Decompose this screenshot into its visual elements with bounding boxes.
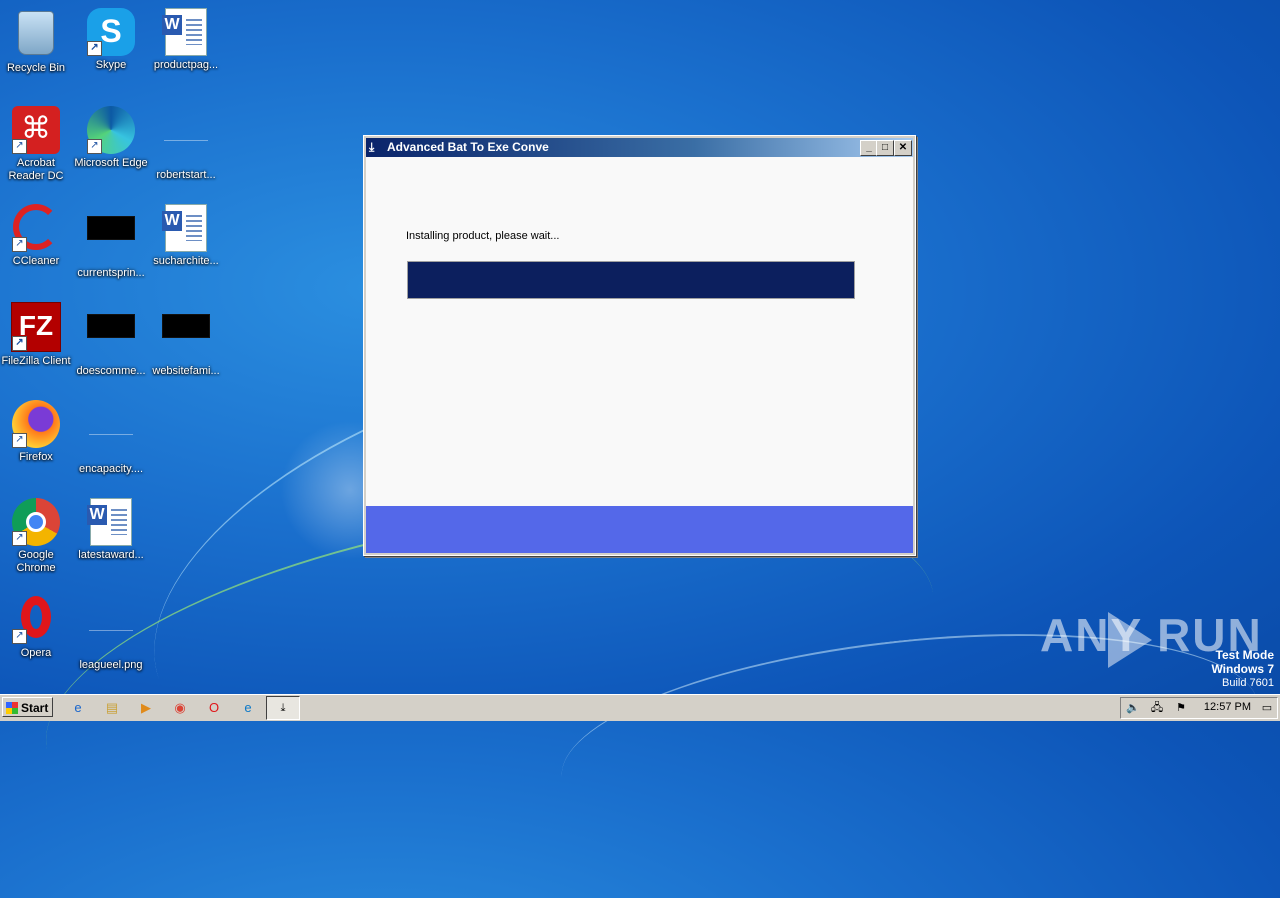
desktop-icon-label: CCleaner xyxy=(12,255,60,267)
shortcut-arrow-icon: ↗ xyxy=(87,41,102,56)
shortcut-arrow-icon: ↗ xyxy=(12,237,27,252)
desktop-icon-ccleaner[interactable]: ↗ CCleaner xyxy=(0,204,74,268)
shortcut-arrow-icon: ↗ xyxy=(12,433,27,448)
desktop-icon-label: Microsoft Edge xyxy=(74,157,148,169)
desktop-icon-file[interactable]: websitefami... xyxy=(148,302,224,378)
close-button[interactable]: ✕ xyxy=(894,140,912,156)
desktop-icon-file[interactable]: currentsprin... xyxy=(73,204,149,280)
desktop-icon-label: sucharchite... xyxy=(153,255,219,267)
desktop-icon-label: websitefami... xyxy=(152,365,220,377)
window-footer-band xyxy=(366,506,913,553)
window-client-area: Installing product, please wait... xyxy=(366,157,913,553)
file-thumbnail-icon xyxy=(164,118,208,141)
desktop-icon-opera[interactable]: ↗ Opera xyxy=(0,596,74,660)
desktop-icon-word-doc[interactable]: latestaward... xyxy=(73,498,149,562)
desktop-icon-label: robertstart... xyxy=(156,169,216,181)
taskbar: Start e ▤ ▶ ◉ O e ⤓ 🔈 🖧 ⚑ 12:57 PM ▭ xyxy=(0,694,1280,721)
test-mode-text: Test Mode xyxy=(1215,648,1274,662)
file-thumbnail-icon xyxy=(162,314,210,338)
desktop-icon-file[interactable]: encapacity.... xyxy=(73,400,149,476)
desktop-icon-firefox[interactable]: ↗ Firefox xyxy=(0,400,74,464)
filezilla-icon: FZ ↗ xyxy=(11,302,61,352)
firefox-icon: ↗ xyxy=(12,400,60,448)
desktop-icon-label: FileZilla Client xyxy=(1,355,71,367)
system-tray: 🔈 🖧 ⚑ 12:57 PM ▭ xyxy=(1120,697,1278,719)
desktop-icon-label: Skype xyxy=(95,59,127,71)
show-desktop-icon[interactable]: ▭ xyxy=(1259,700,1275,716)
desktop-icon-label: Opera xyxy=(20,647,52,659)
window-title: Advanced Bat To Exe Conve xyxy=(387,140,549,154)
action-center-icon[interactable]: ⚑ xyxy=(1173,700,1189,716)
shortcut-arrow-icon: ↗ xyxy=(12,531,27,546)
install-progress-bar xyxy=(407,261,855,299)
desktop-icon-filezilla[interactable]: FZ ↗ FileZilla Client xyxy=(0,302,74,368)
volume-icon[interactable]: 🔈 xyxy=(1125,700,1141,716)
recycle-bin-icon xyxy=(18,11,54,55)
desktop-icon-label: leagueel.png xyxy=(79,659,143,671)
desktop-icon-label: doescomme... xyxy=(76,365,146,377)
image-file-icon xyxy=(89,608,133,631)
word-document-icon xyxy=(162,8,207,56)
os-info: Test Mode Windows 7 Build 7601 xyxy=(1211,648,1274,690)
shortcut-arrow-icon: ↗ xyxy=(12,336,27,351)
progress-fill xyxy=(408,262,854,298)
window-titlebar[interactable]: ⤓ Advanced Bat To Exe Conve _ □ ✕ xyxy=(366,138,913,157)
desktop-icon-acrobat[interactable]: ⌘ ↗ Acrobat Reader DC xyxy=(0,106,74,183)
opera-icon[interactable]: O xyxy=(204,698,224,718)
skype-icon: S ↗ xyxy=(87,8,135,56)
windows-version-text: Windows 7 xyxy=(1211,662,1274,676)
windows-flag-icon xyxy=(6,702,18,714)
desktop-icon-word-doc[interactable]: sucharchite... xyxy=(148,204,224,268)
desktop-icon-file[interactable]: doescomme... xyxy=(73,302,149,378)
maximize-button[interactable]: □ xyxy=(876,140,894,156)
desktop-icon-label: productpag... xyxy=(153,59,219,71)
chrome-icon: ↗ xyxy=(12,498,60,546)
desktop-icon-image[interactable]: leagueel.png xyxy=(73,596,149,672)
ie-icon[interactable]: e xyxy=(68,698,88,718)
build-text: Build 7601 xyxy=(1222,677,1274,689)
shortcut-arrow-icon: ↗ xyxy=(12,139,27,154)
word-document-icon xyxy=(162,204,207,252)
start-button[interactable]: Start xyxy=(2,697,53,717)
edge-icon: ↗ xyxy=(87,106,135,154)
desktop-icon-word-doc[interactable]: productpag... xyxy=(148,8,224,72)
acrobat-icon: ⌘ ↗ xyxy=(12,106,60,154)
desktop-icon-edge[interactable]: ↗ Microsoft Edge xyxy=(73,106,149,170)
desktop-icon-chrome[interactable]: ↗ Google Chrome xyxy=(0,498,74,575)
explorer-icon[interactable]: ▤ xyxy=(102,698,122,718)
desktop-icon-label: currentsprin... xyxy=(77,267,145,279)
start-label: Start xyxy=(21,701,49,715)
file-thumbnail-icon xyxy=(89,412,133,435)
install-status-text: Installing product, please wait... xyxy=(406,230,560,242)
desktop-icon-label: Acrobat Reader DC xyxy=(8,157,64,182)
network-icon[interactable]: 🖧 xyxy=(1149,700,1165,716)
taskbar-item-installer[interactable]: ⤓ xyxy=(266,696,300,720)
file-thumbnail-icon xyxy=(87,314,135,338)
shortcut-arrow-icon: ↗ xyxy=(87,139,102,154)
media-player-icon[interactable]: ▶ xyxy=(136,698,156,718)
installer-icon: ⤓ xyxy=(369,140,375,154)
file-thumbnail-icon xyxy=(87,216,135,240)
desktop-icon-label: latestaward... xyxy=(78,549,144,561)
word-document-icon xyxy=(87,498,132,546)
play-logo-icon xyxy=(1108,612,1152,668)
desktop-icon-label: Recycle Bin xyxy=(6,62,66,74)
desktop-icon-label: Google Chrome xyxy=(16,549,56,574)
installer-icon: ⤓ xyxy=(280,702,286,714)
edge-icon[interactable]: e xyxy=(238,698,258,718)
desktop-icon-label: Firefox xyxy=(19,451,53,463)
desktop-icon-recycle-bin[interactable]: Recycle Bin xyxy=(0,8,74,75)
shortcut-arrow-icon: ↗ xyxy=(12,629,27,644)
installer-window: ⤓ Advanced Bat To Exe Conve _ □ ✕ Instal… xyxy=(363,135,916,556)
desktop-icon-skype[interactable]: S ↗ Skype xyxy=(73,8,149,72)
clock[interactable]: 12:57 PM xyxy=(1204,701,1251,713)
chrome-icon[interactable]: ◉ xyxy=(170,698,190,718)
desktop-icon-file[interactable]: robertstart... xyxy=(148,106,224,182)
desktop-icon-label: encapacity.... xyxy=(79,463,143,475)
